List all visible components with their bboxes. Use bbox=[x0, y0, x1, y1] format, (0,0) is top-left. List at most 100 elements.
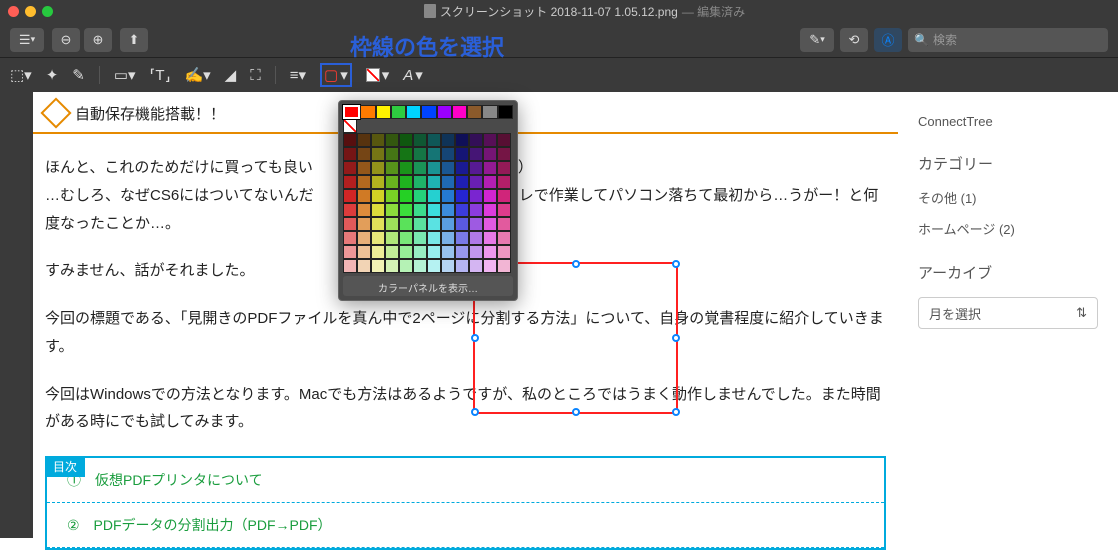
color-swatch[interactable] bbox=[469, 133, 483, 147]
color-swatch[interactable] bbox=[441, 217, 455, 231]
rotate-button[interactable]: ⟲ bbox=[840, 28, 868, 52]
color-swatch[interactable] bbox=[385, 147, 399, 161]
color-swatch[interactable] bbox=[399, 231, 413, 245]
color-swatch[interactable] bbox=[357, 217, 371, 231]
color-swatch[interactable] bbox=[469, 203, 483, 217]
color-swatch[interactable] bbox=[483, 217, 497, 231]
color-swatch[interactable] bbox=[497, 133, 511, 147]
color-swatch[interactable] bbox=[497, 259, 511, 273]
color-swatch[interactable] bbox=[413, 203, 427, 217]
color-swatch[interactable] bbox=[483, 161, 497, 175]
resize-handle-n[interactable] bbox=[572, 260, 580, 268]
color-swatch[interactable] bbox=[441, 147, 455, 161]
color-swatch[interactable] bbox=[483, 147, 497, 161]
color-swatch[interactable] bbox=[343, 133, 357, 147]
color-swatch[interactable] bbox=[427, 161, 441, 175]
color-swatch[interactable] bbox=[483, 203, 497, 217]
color-swatch[interactable] bbox=[497, 217, 511, 231]
color-swatch[interactable] bbox=[399, 147, 413, 161]
zoom-window-button[interactable] bbox=[42, 6, 53, 17]
color-swatch[interactable] bbox=[371, 203, 385, 217]
color-swatch[interactable] bbox=[441, 133, 455, 147]
color-swatch[interactable] bbox=[357, 231, 371, 245]
color-swatch[interactable] bbox=[455, 161, 469, 175]
color-swatch[interactable] bbox=[385, 203, 399, 217]
color-swatch[interactable] bbox=[427, 231, 441, 245]
color-swatch[interactable] bbox=[385, 259, 399, 273]
color-swatch[interactable] bbox=[413, 147, 427, 161]
color-swatch[interactable] bbox=[455, 147, 469, 161]
color-swatch[interactable] bbox=[455, 189, 469, 203]
color-swatch[interactable] bbox=[469, 245, 483, 259]
color-swatch[interactable] bbox=[399, 133, 413, 147]
color-swatch[interactable] bbox=[455, 245, 469, 259]
color-swatch[interactable] bbox=[441, 161, 455, 175]
color-swatch[interactable] bbox=[399, 203, 413, 217]
color-swatch[interactable] bbox=[421, 105, 436, 119]
color-swatch[interactable] bbox=[441, 189, 455, 203]
archive-select[interactable]: 月を選択⇅ bbox=[918, 297, 1098, 329]
color-swatch[interactable] bbox=[343, 203, 357, 217]
color-swatch[interactable] bbox=[385, 175, 399, 189]
color-swatch[interactable] bbox=[371, 133, 385, 147]
color-swatch[interactable] bbox=[427, 133, 441, 147]
adjust-size-tool[interactable]: ⛶ bbox=[250, 67, 261, 84]
color-swatch[interactable] bbox=[385, 133, 399, 147]
color-swatch[interactable] bbox=[385, 245, 399, 259]
color-swatch[interactable] bbox=[371, 175, 385, 189]
color-swatch[interactable] bbox=[469, 231, 483, 245]
color-swatch[interactable] bbox=[483, 231, 497, 245]
color-swatch[interactable] bbox=[455, 217, 469, 231]
color-swatch[interactable] bbox=[357, 203, 371, 217]
color-swatch[interactable] bbox=[371, 189, 385, 203]
color-picker-popover[interactable]: カラーパネルを表示… bbox=[338, 100, 518, 301]
color-swatch[interactable] bbox=[497, 189, 511, 203]
resize-handle-e[interactable] bbox=[672, 334, 680, 342]
category-link[interactable]: ホームページ (2) bbox=[918, 219, 1098, 238]
toc-item[interactable]: ① 仮想PDFプリンタについて bbox=[47, 458, 884, 503]
color-swatch[interactable] bbox=[483, 259, 497, 273]
color-swatch[interactable] bbox=[427, 147, 441, 161]
color-swatch[interactable] bbox=[455, 231, 469, 245]
color-swatch[interactable] bbox=[469, 189, 483, 203]
color-swatch[interactable] bbox=[360, 105, 375, 119]
color-swatch[interactable] bbox=[441, 245, 455, 259]
color-swatch[interactable] bbox=[452, 105, 467, 119]
selection-tool[interactable]: ⬚▾ bbox=[10, 66, 32, 84]
share-button[interactable]: ⬆ bbox=[120, 28, 148, 52]
color-swatch[interactable] bbox=[357, 245, 371, 259]
zoom-out-button[interactable]: ⊖ bbox=[52, 28, 80, 52]
color-swatch[interactable] bbox=[441, 259, 455, 273]
color-swatch[interactable] bbox=[483, 133, 497, 147]
color-swatch[interactable] bbox=[343, 175, 357, 189]
minimize-window-button[interactable] bbox=[25, 6, 36, 17]
text-tool[interactable]: ⸢T⸥ bbox=[150, 66, 171, 84]
highlight-tool[interactable]: ◢ bbox=[225, 66, 237, 84]
color-swatch[interactable] bbox=[497, 175, 511, 189]
color-swatch[interactable] bbox=[441, 203, 455, 217]
color-swatch[interactable] bbox=[497, 231, 511, 245]
color-swatch[interactable] bbox=[343, 147, 357, 161]
color-swatch[interactable] bbox=[413, 189, 427, 203]
color-swatch[interactable] bbox=[399, 245, 413, 259]
color-swatch[interactable] bbox=[441, 175, 455, 189]
color-swatch[interactable] bbox=[406, 105, 421, 119]
line-weight-tool[interactable]: ≡▾ bbox=[290, 66, 306, 84]
color-swatch[interactable] bbox=[467, 105, 482, 119]
color-swatch[interactable] bbox=[437, 105, 452, 119]
shapes-tool[interactable]: ▭▾ bbox=[114, 66, 136, 84]
search-input[interactable]: 🔍 検索 bbox=[908, 28, 1108, 52]
color-swatch[interactable] bbox=[357, 147, 371, 161]
color-swatch[interactable] bbox=[399, 259, 413, 273]
color-swatch[interactable] bbox=[343, 217, 357, 231]
color-swatch[interactable] bbox=[357, 161, 371, 175]
color-swatch[interactable] bbox=[469, 161, 483, 175]
color-swatch[interactable] bbox=[371, 161, 385, 175]
resize-handle-se[interactable] bbox=[672, 408, 680, 416]
zoom-in-button[interactable]: ⊕ bbox=[84, 28, 112, 52]
color-swatch[interactable] bbox=[343, 259, 357, 273]
color-swatch[interactable] bbox=[399, 217, 413, 231]
color-swatch[interactable] bbox=[357, 189, 371, 203]
resize-handle-sw[interactable] bbox=[471, 408, 479, 416]
color-swatch[interactable] bbox=[413, 231, 427, 245]
